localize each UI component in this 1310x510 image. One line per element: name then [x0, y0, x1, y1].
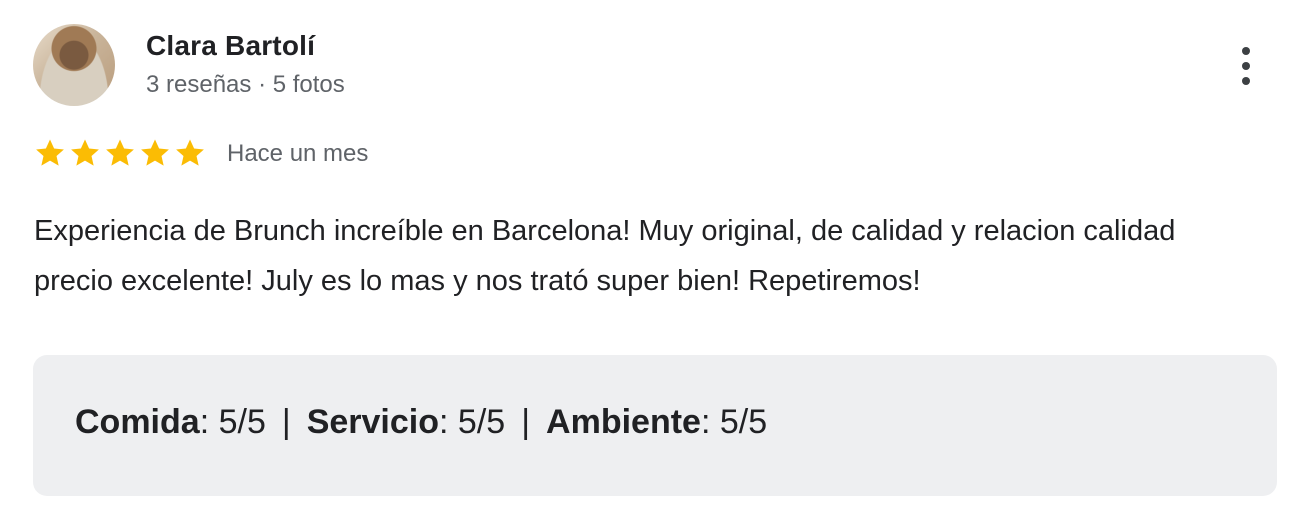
- rating-label: Ambiente: [546, 403, 701, 441]
- more-vert-icon-dot: [1242, 77, 1250, 85]
- rating-label: Servicio: [306, 403, 440, 441]
- more-options-button[interactable]: [1226, 40, 1266, 92]
- star-icon: [103, 136, 137, 170]
- ratings-summary: Comida: 5/5 | Servicio: 5/5 | Ambiente: 5/5: [33, 355, 1277, 496]
- rating-value: 5/5: [457, 403, 506, 441]
- author-name[interactable]: Clara Bartolí: [146, 30, 315, 62]
- rating-label: Comida: [75, 403, 200, 441]
- ratings-line: Comida: 5/5 | Servicio: 5/5 | Ambiente: 5/5: [75, 403, 768, 441]
- rating-value: 5/5: [719, 403, 768, 441]
- review-text: Experiencia de Brunch increíble en Barce…: [34, 215, 1176, 297]
- rating-value: 5/5: [218, 403, 266, 441]
- star-icon: [138, 136, 172, 170]
- avatar[interactable]: [33, 24, 115, 106]
- star-icon: [68, 136, 102, 170]
- ratings-separator: |: [521, 403, 531, 441]
- more-vert-icon-dot: [1242, 62, 1250, 70]
- star-icon: [33, 136, 67, 170]
- star-rating: [33, 136, 207, 170]
- ratings-separator: |: [281, 403, 291, 441]
- star-icon: [173, 136, 207, 170]
- author-meta: 3 reseñas · 5 fotos: [146, 71, 345, 98]
- more-vert-icon-dot: [1242, 47, 1250, 55]
- review-card: Clara Bartolí 3 reseñas · 5 fotos Hace u…: [0, 0, 1310, 510]
- review-date: Hace un mes: [227, 140, 369, 167]
